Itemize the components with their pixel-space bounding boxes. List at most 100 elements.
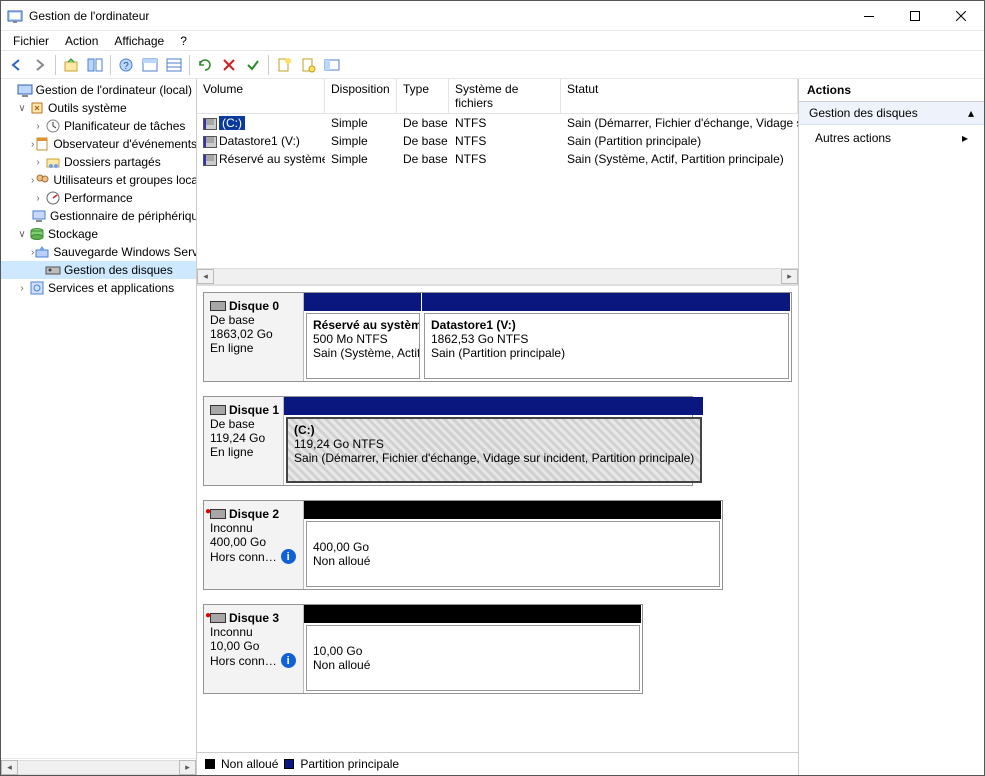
- col-layout[interactable]: Disposition: [325, 79, 397, 114]
- forward-button[interactable]: [29, 54, 51, 76]
- app-window: Gestion de l'ordinateur Fichier Action A…: [0, 0, 985, 776]
- disk-hw-offline-icon: [210, 509, 226, 519]
- disk-icon: [45, 262, 61, 278]
- volume-icon: [203, 118, 217, 130]
- disk-hw-icon: [210, 301, 226, 311]
- volume-row[interactable]: Réservé au système Simple De base NTFS S…: [197, 150, 798, 168]
- layout-button[interactable]: [139, 54, 161, 76]
- close-button[interactable]: [938, 1, 984, 30]
- expand-icon[interactable]: ›: [31, 193, 45, 204]
- partition-unallocated[interactable]: 400,00 Go Non alloué: [306, 521, 720, 587]
- menu-view[interactable]: Affichage: [106, 33, 172, 49]
- volume-list[interactable]: Volume Disposition Type Système de fichi…: [197, 79, 798, 286]
- volume-row[interactable]: Datastore1 (V:) Simple De base NTFS Sain…: [197, 132, 798, 150]
- properties-button[interactable]: [297, 54, 319, 76]
- col-status[interactable]: Statut: [561, 79, 798, 114]
- users-icon: [34, 172, 50, 188]
- col-type[interactable]: Type: [397, 79, 449, 114]
- scroll-left-button[interactable]: ◂: [1, 760, 18, 775]
- collapse-icon[interactable]: ∨: [15, 103, 29, 114]
- check-button[interactable]: [242, 54, 264, 76]
- disk-side: Disque 1 De base 119,24 Go En ligne: [204, 397, 284, 485]
- scroll-right-button[interactable]: ▸: [179, 760, 196, 775]
- disk-side: Disque 2 Inconnu 400,00 Go Hors conn…i: [204, 501, 304, 589]
- info-icon[interactable]: i: [281, 549, 296, 564]
- device-icon: [31, 208, 47, 224]
- svg-text:?: ?: [123, 61, 129, 72]
- partition-datastore[interactable]: Datastore1 (V:) 1862,53 Go NTFS Sain (Pa…: [424, 313, 789, 379]
- menu-action[interactable]: Action: [57, 33, 106, 49]
- tree-root[interactable]: Gestion de l'ordinateur (local): [1, 81, 196, 99]
- disk-side: Disque 0 De base 1863,02 Go En ligne: [204, 293, 304, 381]
- options-button[interactable]: [321, 54, 343, 76]
- legend-unallocated-swatch: [205, 759, 215, 769]
- up-button[interactable]: [60, 54, 82, 76]
- col-volume[interactable]: Volume: [197, 79, 325, 114]
- tree-disk-management[interactable]: Gestion des disques: [1, 261, 196, 279]
- titlebar: Gestion de l'ordinateur: [1, 1, 984, 31]
- tree-event-viewer[interactable]: › Observateur d'événements: [1, 135, 196, 153]
- scroll-left-button[interactable]: ◂: [197, 269, 214, 284]
- info-icon[interactable]: i: [281, 653, 296, 668]
- actions-pane: Actions Gestion des disques ▴ Autres act…: [799, 79, 984, 775]
- partition-reserved[interactable]: Réservé au système 500 Mo NTFS Sain (Sys…: [306, 313, 420, 379]
- expand-icon[interactable]: ›: [31, 121, 45, 132]
- scroll-right-button[interactable]: ▸: [781, 269, 798, 284]
- clock-icon: [45, 118, 61, 134]
- tree-hscrollbar[interactable]: ◂ ▸: [1, 758, 196, 775]
- tree-backup[interactable]: › Sauvegarde Windows Server: [1, 243, 196, 261]
- back-button[interactable]: [5, 54, 27, 76]
- tree-system-tools[interactable]: ∨ Outils système: [1, 99, 196, 117]
- volumes-hscrollbar[interactable]: ◂ ▸: [197, 268, 798, 285]
- maximize-button[interactable]: [892, 1, 938, 30]
- legend: Non alloué Partition principale: [197, 752, 798, 775]
- tree-services[interactable]: › Services et applications: [1, 279, 196, 297]
- partition-unallocated[interactable]: 10,00 Go Non alloué: [306, 625, 640, 691]
- tree-users-groups[interactable]: › Utilisateurs et groupes locaux: [1, 171, 196, 189]
- services-icon: [29, 280, 45, 296]
- disk-block-2[interactable]: Disque 2 Inconnu 400,00 Go Hors conn…i 4…: [203, 500, 723, 590]
- app-icon: [7, 8, 23, 24]
- disk-block-3[interactable]: Disque 3 Inconnu 10,00 Go Hors conn…i 10…: [203, 604, 643, 694]
- performance-icon: [45, 190, 61, 206]
- collapse-icon[interactable]: ∨: [15, 229, 29, 240]
- folder-share-icon: [45, 154, 61, 170]
- tree-performance[interactable]: › Performance: [1, 189, 196, 207]
- partition-c[interactable]: (C:) 119,24 Go NTFS Sain (Démarrer, Fich…: [286, 417, 702, 483]
- show-hide-tree-button[interactable]: [84, 54, 106, 76]
- col-fs[interactable]: Système de fichiers: [449, 79, 561, 114]
- tree-task-scheduler[interactable]: › Planificateur de tâches: [1, 117, 196, 135]
- help-button[interactable]: ?: [115, 54, 137, 76]
- volume-row[interactable]: (C:) Simple De base NTFS Sain (Démarrer,…: [197, 114, 798, 132]
- menu-help[interactable]: ?: [172, 33, 195, 49]
- partition-header: [422, 293, 791, 311]
- disk-side: Disque 3 Inconnu 10,00 Go Hors conn…i: [204, 605, 304, 693]
- expand-icon[interactable]: ›: [31, 157, 45, 168]
- new-button[interactable]: [273, 54, 295, 76]
- disk-hw-icon: [210, 405, 226, 415]
- actions-more[interactable]: Autres actions ▸: [799, 125, 984, 151]
- menu-file[interactable]: Fichier: [5, 33, 57, 49]
- submenu-arrow-icon: ▸: [962, 131, 968, 145]
- minimize-button[interactable]: [846, 1, 892, 30]
- delete-button[interactable]: [218, 54, 240, 76]
- toolbar: ?: [1, 51, 984, 79]
- expand-icon[interactable]: ›: [15, 283, 29, 294]
- disk-block-1[interactable]: Disque 1 De base 119,24 Go En ligne (C:)…: [203, 396, 693, 486]
- computer-icon: [17, 82, 33, 98]
- disk-block-0[interactable]: Disque 0 De base 1863,02 Go En ligne Rés…: [203, 292, 792, 382]
- refresh-button[interactable]: [194, 54, 216, 76]
- actions-section[interactable]: Gestion des disques ▴: [799, 102, 984, 125]
- menubar: Fichier Action Affichage ?: [1, 31, 984, 51]
- backup-icon: [34, 244, 50, 260]
- scroll-track[interactable]: [214, 269, 781, 284]
- tree-storage[interactable]: ∨ Stockage: [1, 225, 196, 243]
- center-pane: Volume Disposition Type Système de fichi…: [197, 79, 799, 775]
- tree-device-manager[interactable]: Gestionnaire de périphériques: [1, 207, 196, 225]
- partition-header: [304, 293, 422, 311]
- tree-shared-folders[interactable]: › Dossiers partagés: [1, 153, 196, 171]
- tools-icon: [29, 100, 45, 116]
- list-button[interactable]: [163, 54, 185, 76]
- scroll-track[interactable]: [18, 760, 179, 775]
- navigation-tree[interactable]: Gestion de l'ordinateur (local) ∨ Outils…: [1, 79, 196, 758]
